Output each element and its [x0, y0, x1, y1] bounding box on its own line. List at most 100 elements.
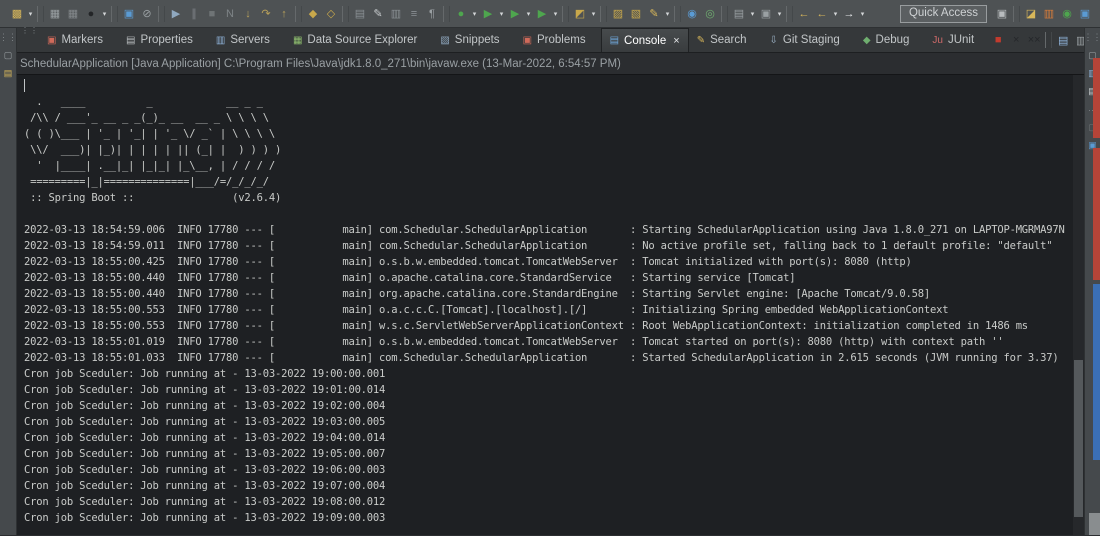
- close-console-icon[interactable]: ×: [673, 35, 679, 47]
- forward-dropdown[interactable]: ▾: [858, 4, 867, 23]
- tab-search[interactable]: ✎ Search: [689, 28, 762, 52]
- pause-icon[interactable]: ∥: [185, 4, 203, 23]
- terminate-console-icon[interactable]: ■: [989, 31, 1007, 50]
- back-history-icon[interactable]: ←: [813, 4, 831, 23]
- toolbar-separator: [721, 5, 728, 22]
- console-line: =========|_|==============|___/=/_/_/_/: [24, 176, 269, 188]
- search-dropdown[interactable]: ▾: [663, 4, 672, 23]
- perspective-java-icon[interactable]: ▣: [1076, 4, 1094, 23]
- disconnect-icon[interactable]: N: [221, 4, 239, 23]
- vertical-scrollbar[interactable]: [1073, 75, 1084, 535]
- right-view-strip: ⋮⋮ ▢ ▥ ▤ ··· ▢ ▣: [1084, 28, 1100, 535]
- perspective-git-icon[interactable]: ▥: [1040, 4, 1058, 23]
- coverage-dropdown[interactable]: ▾: [524, 4, 533, 23]
- save-all-icon[interactable]: ▦: [64, 4, 82, 23]
- console-line: /\\ / ___'_ __ _ _(_)_ __ __ _ \ \ \ \: [24, 112, 269, 124]
- window-icon[interactable]: ▣: [120, 4, 138, 23]
- user-icon[interactable]: ●: [82, 4, 100, 23]
- run-dropdown[interactable]: ▾: [497, 4, 506, 23]
- view-tab-bar: ⋮⋮ ▣ Markers ▤ Properties ▥ Servers ▦ Da…: [17, 27, 1100, 53]
- tabbar-drag-handle[interactable]: ⋮⋮: [21, 27, 39, 52]
- run-icon[interactable]: ▶: [479, 4, 497, 23]
- console-line: 2022-03-13 18:55:00.440 INFO 17780 --- […: [24, 288, 930, 300]
- servers-icon: ▥: [215, 34, 226, 46]
- new-class-dropdown[interactable]: ▾: [748, 4, 757, 23]
- import-icon[interactable]: ▨: [609, 4, 627, 23]
- coverage-icon[interactable]: ▶: [506, 4, 524, 23]
- tab-markers[interactable]: ▣ Markers: [39, 28, 118, 52]
- edge-artifact-gray: [1089, 513, 1100, 535]
- clear-console-icon[interactable]: ▤: [1054, 31, 1072, 50]
- export-icon[interactable]: ▧: [627, 4, 645, 23]
- perspective-javaee-icon[interactable]: ◪: [1022, 4, 1040, 23]
- toolbar-separator: [342, 5, 349, 22]
- console-line: ' |____| .__|_| |_|_| |_\__, | / / / /: [24, 160, 275, 172]
- tab-servers[interactable]: ▥ Servers: [208, 28, 285, 52]
- restore-left-view-icon[interactable]: ▢: [1, 48, 16, 63]
- console-line: 2022-03-13 18:55:01.019 INFO 17780 --- […: [24, 336, 1004, 348]
- step-over-icon[interactable]: ↷: [257, 4, 275, 23]
- web-service-icon[interactable]: ◎: [701, 4, 719, 23]
- tab-properties[interactable]: ▤ Properties: [118, 28, 208, 52]
- profile-icon[interactable]: ▶: [533, 4, 551, 23]
- scrollbar-thumb[interactable]: [1074, 360, 1083, 517]
- back-icon[interactable]: ←: [795, 4, 813, 23]
- console-log: . ____ _ __ _ _ /\\ / ___'_ __ _ _(_)_ _…: [24, 78, 1084, 526]
- open-perspective-icon[interactable]: ▣: [993, 4, 1011, 23]
- drop-to-frame-icon[interactable]: ◆: [304, 4, 322, 23]
- resume-icon[interactable]: ▶: [167, 4, 185, 23]
- tab-label: JUnit: [947, 34, 975, 46]
- outline-icon[interactable]: ≡: [405, 4, 423, 23]
- browser-icon[interactable]: ◉: [683, 4, 701, 23]
- tab-git-staging[interactable]: ⇩ Git Staging: [762, 28, 855, 52]
- perspective-debug-icon[interactable]: ◉: [1058, 4, 1076, 23]
- console-output[interactable]: . ____ _ __ _ _ /\\ / ___'_ __ _ _(_)_ _…: [17, 74, 1084, 535]
- tab-console[interactable]: ▤ Console ×: [600, 28, 689, 52]
- tab-debug[interactable]: ◆ Debug: [855, 28, 925, 52]
- terminate-icon[interactable]: ■: [203, 4, 221, 23]
- back-history-dropdown[interactable]: ▾: [831, 4, 840, 23]
- console-icon: ▤: [609, 35, 620, 46]
- remove-launch-icon[interactable]: ×: [1007, 31, 1025, 50]
- step-return-icon[interactable]: ↑: [275, 4, 293, 23]
- forward-icon[interactable]: →: [840, 4, 858, 23]
- task-icon[interactable]: ▥: [387, 4, 405, 23]
- right-strip-handle[interactable]: ⋮⋮: [1084, 30, 1100, 45]
- save-icon[interactable]: ▦: [46, 4, 64, 23]
- toolbar-separator: [786, 5, 793, 22]
- edit-icon[interactable]: ✎: [369, 4, 387, 23]
- console-line: Cron job Sceduler: Job running at - 13-0…: [24, 400, 386, 412]
- tab-data-source-explorer[interactable]: ▦ Data Source Explorer: [285, 28, 432, 52]
- left-view-strip: ⋮⋮ ▢ ▤: [0, 28, 17, 535]
- tab-label: Git Staging: [782, 34, 840, 46]
- show-whitespace-icon[interactable]: ¶: [423, 4, 441, 23]
- console-line: Cron job Sceduler: Job running at - 13-0…: [24, 480, 386, 492]
- skip-breakpoints-icon[interactable]: ⊘: [138, 4, 156, 23]
- last-tool-icon[interactable]: ▣: [757, 4, 775, 23]
- left-strip-handle[interactable]: ⋮⋮: [0, 30, 17, 45]
- open-console-icon[interactable]: ▤: [351, 4, 369, 23]
- tab-snippets[interactable]: ▧ Snippets: [432, 28, 514, 52]
- minimized-console-view-icon[interactable]: ▤: [1, 66, 16, 81]
- use-step-filters-icon[interactable]: ◇: [322, 4, 340, 23]
- git-staging-icon: ⇩: [769, 34, 778, 46]
- tab-label: Console: [624, 34, 667, 47]
- remove-all-launches-icon[interactable]: ××: [1025, 31, 1043, 50]
- run-last-dropdown[interactable]: ▾: [470, 4, 479, 23]
- external-tools-icon[interactable]: ◩: [571, 4, 589, 23]
- new-wizard-icon[interactable]: ▩: [8, 4, 26, 23]
- quick-access-button[interactable]: Quick Access: [899, 4, 987, 23]
- new-class-icon[interactable]: ▤: [730, 4, 748, 23]
- new-wizard-dropdown[interactable]: ▾: [26, 4, 35, 23]
- properties-icon: ▤: [125, 34, 136, 46]
- profile-dropdown[interactable]: ▾: [551, 4, 560, 23]
- run-last-icon[interactable]: ●: [452, 4, 470, 23]
- step-into-icon[interactable]: ↓: [239, 4, 257, 23]
- console-line: Cron job Sceduler: Job running at - 13-0…: [24, 496, 386, 508]
- search-pencil-icon[interactable]: ✎: [645, 4, 663, 23]
- last-tool-dropdown[interactable]: ▾: [775, 4, 784, 23]
- user-dropdown[interactable]: ▾: [100, 4, 109, 23]
- external-tools-dropdown[interactable]: ▾: [589, 4, 598, 23]
- tab-problems[interactable]: ▣ Problems: [515, 28, 601, 52]
- tab-junit[interactable]: Ju JUnit: [924, 28, 989, 52]
